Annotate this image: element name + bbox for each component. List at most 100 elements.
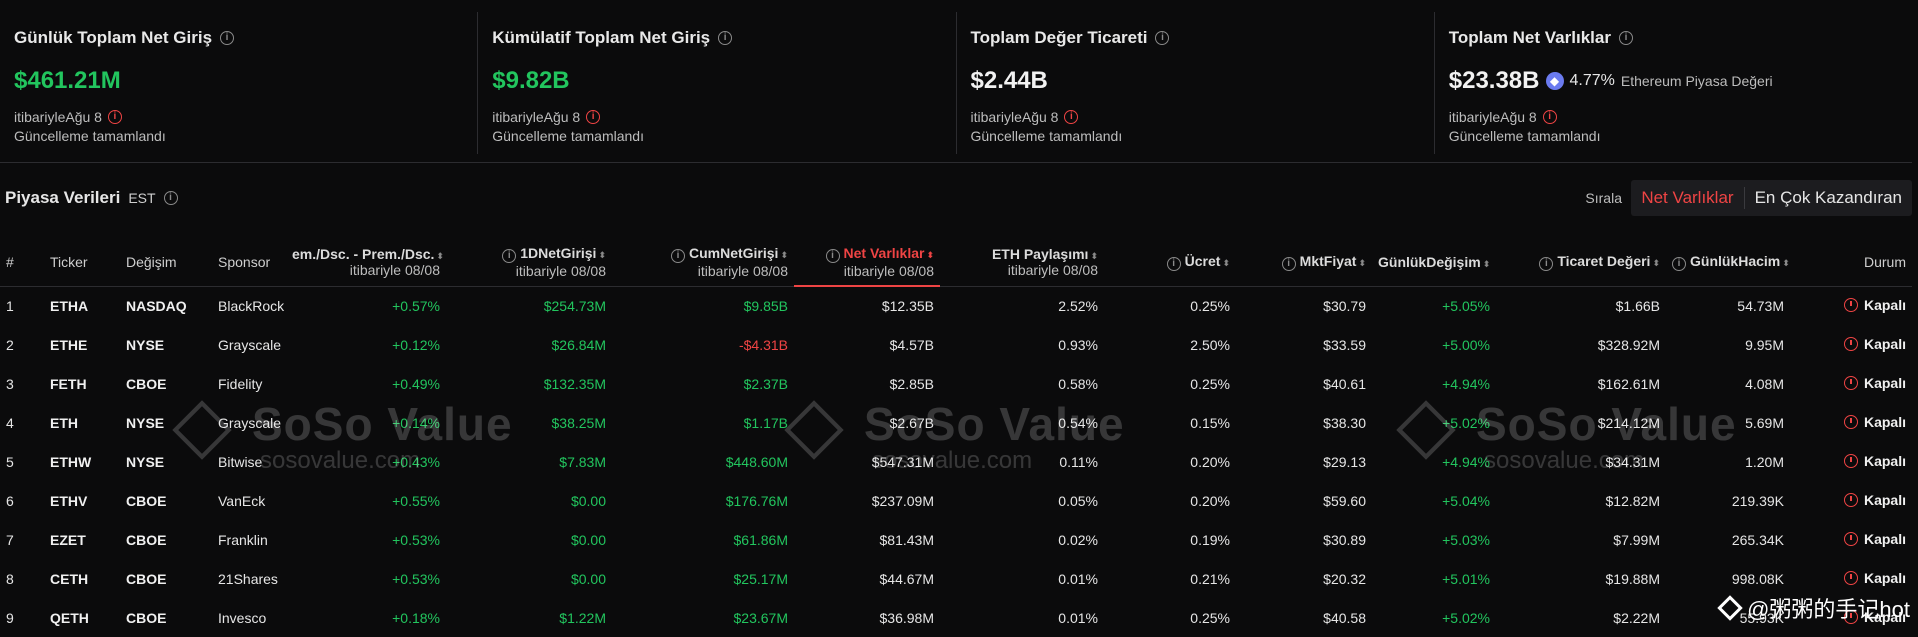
col-header-eth-share[interactable]: ETH Paylaşımı ⬍ itibariyle 08/08 (940, 238, 1104, 287)
col-header-cum-inflow[interactable]: i CumNetGirişi ⬍ itibariyle 08/08 (612, 238, 794, 287)
alert-icon[interactable]: i (1064, 110, 1079, 124)
cell-value: $214.12M (1597, 414, 1660, 431)
alert-icon[interactable]: i (586, 110, 601, 124)
col-header-value-traded[interactable]: i Ticaret Değeri ⬍ (1496, 238, 1666, 287)
col-header-price[interactable]: i MktFiyat ⬍ (1236, 238, 1372, 287)
table-row[interactable]: 7 EZET CBOE Franklin +0.53% $0.00 $61.86M $81.4… (0, 520, 1912, 559)
cell-cum: $2.37B (743, 375, 788, 392)
cell-change: +5.04% (1442, 492, 1490, 509)
clock-icon (1843, 531, 1858, 546)
cell-num: 8 (6, 570, 14, 587)
cell-fee: 0.20% (1190, 453, 1230, 470)
col-header-date: itibariyle 08/08 (843, 262, 934, 279)
sort-caret-icon: ⬍ (1652, 257, 1660, 268)
sort-net-assets-button[interactable]: Net Varlıklar (1631, 180, 1743, 216)
cell-ticker[interactable]: ETHA (44, 286, 120, 325)
table-row[interactable]: 3 FETH CBOE Fidelity +0.49% $132.35M $2.37B $2.… (0, 364, 1912, 403)
info-icon[interactable]: i (825, 248, 840, 263)
cell-daily: $254.73M (543, 297, 606, 314)
card-title: Kümülatif Toplam Net Giriş (492, 28, 711, 47)
cell-ticker[interactable]: ETHV (44, 481, 120, 520)
col-header-net-assets[interactable]: i Net Varlıklar ⬍ itibariyle 08/08 (794, 238, 940, 287)
table-row[interactable]: 8 CETH CBOE 21Shares +0.53% $0.00 $25.17M $44.6… (0, 559, 1912, 598)
signature-text: @粥粥的手记hot (1747, 597, 1910, 622)
info-icon[interactable]: i (718, 31, 733, 45)
clock-icon (1843, 492, 1858, 507)
col-header-date: itibariyle 08/08 (349, 261, 440, 278)
table-row[interactable]: 6 ETHV CBOE VanEck +0.55% $0.00 $176.76M $237.0… (0, 481, 1912, 520)
status-text: Kapalı (1863, 452, 1906, 469)
card-value: $461.21M (14, 67, 121, 94)
cell-price: $20.32 (1323, 570, 1366, 587)
info-icon[interactable]: i (670, 248, 685, 263)
info-icon[interactable]: i (220, 31, 235, 45)
card-note: itibariyleAğu 8 (14, 109, 102, 125)
cell-daily: $0.00 (570, 492, 606, 509)
info-icon[interactable]: i (1539, 256, 1554, 271)
card-title: Toplam Değer Ticareti (970, 28, 1148, 47)
alert-icon[interactable]: i (1542, 110, 1557, 124)
sort-caret-icon: ⬍ (1090, 250, 1098, 261)
cell-ticker[interactable]: FETH (44, 364, 120, 403)
cell-num: 4 (6, 414, 14, 431)
status-text: Kapalı (1863, 569, 1906, 586)
clock-icon (1843, 297, 1858, 312)
table-row[interactable]: 2 ETHE NYSE Grayscale +0.12% $26.84M -$4.31B $4… (0, 325, 1912, 364)
col-header-label: em./Dsc. - Prem./Dsc. ⬍ (292, 245, 444, 262)
info-icon[interactable]: i (1155, 31, 1170, 45)
col-header-label: i Ticaret Değeri ⬍ (1502, 253, 1660, 271)
cell-exchange: NASDAQ (126, 297, 187, 314)
cell-change: +5.05% (1442, 297, 1490, 314)
col-header-label: i Net Varlıklar ⬍ (800, 245, 934, 263)
col-header-status: Durum (1790, 238, 1912, 287)
cell-price: $40.58 (1323, 609, 1366, 626)
cell-ticker[interactable]: ETH (44, 403, 120, 442)
table-row[interactable]: 9 QETH CBOE Invesco +0.18% $1.22M $23.67M $36.9… (0, 598, 1912, 637)
table-row[interactable]: 5 ETHW NYSE Bitwise +0.43% $7.83M $448.60M $547… (0, 442, 1912, 481)
col-header-volume[interactable]: i GünlükHacim ⬍ (1666, 238, 1790, 287)
cell-daily: $132.35M (543, 375, 606, 392)
info-icon[interactable]: i (1166, 256, 1181, 271)
info-icon[interactable]: i (163, 191, 178, 205)
cell-volume: 5.69M (1745, 414, 1784, 431)
info-icon[interactable]: i (502, 248, 517, 263)
cell-ticker[interactable]: CETH (44, 559, 120, 598)
card-note: itibariyleAğu 8 (492, 109, 581, 125)
alert-icon[interactable]: i (107, 110, 122, 124)
sort-top-gainers-button[interactable]: En Çok Kazandıran (1745, 180, 1912, 216)
col-header-label: i MktFiyat ⬍ (1242, 253, 1366, 271)
cell-ticker[interactable]: ETHE (44, 325, 120, 364)
cell-ticker[interactable]: EZET (44, 520, 120, 559)
info-icon[interactable]: i (1618, 31, 1633, 45)
col-header-daily-change[interactable]: GünlükDeğişim ⬍ (1372, 238, 1496, 287)
cell-cum: $61.86M (733, 531, 788, 548)
etf-table: # Ticker Değişim Sponsor em./Dsc. - Prem… (0, 238, 1912, 637)
table-row[interactable]: 1 ETHA NASDAQ BlackRock +0.57% $254.73M $9.85B… (0, 286, 1912, 325)
cell-status: Kapalı (1790, 481, 1912, 520)
cell-assets: $4.57B (889, 336, 934, 353)
info-icon[interactable]: i (1281, 256, 1296, 271)
cell-change: +5.03% (1442, 531, 1490, 548)
info-icon[interactable]: i (1672, 256, 1686, 271)
status-badge: Kapalı (1843, 531, 1906, 547)
cell-num: 7 (6, 531, 14, 548)
status-text: Kapalı (1863, 413, 1906, 430)
cell-share: 0.01% (1058, 570, 1098, 587)
cell-change: +5.02% (1442, 414, 1490, 431)
status-badge: Kapalı (1843, 336, 1906, 352)
col-header-fee[interactable]: i Ücret ⬍ (1104, 238, 1236, 287)
col-header-premium[interactable]: em./Dsc. - Prem./Dsc. ⬍ itibariyle 08/08 (286, 238, 446, 287)
cell-fee: 0.20% (1190, 492, 1230, 509)
cell-prem: +0.49% (392, 375, 440, 392)
cell-sponsor: BlackRock (218, 297, 285, 314)
card-value: $2.44B (970, 67, 1048, 94)
cell-fee: 0.15% (1190, 414, 1230, 431)
cell-ticker[interactable]: ETHW (44, 442, 120, 481)
col-header-daily-inflow[interactable]: i 1DNetGirişi ⬍ itibariyle 08/08 (446, 238, 612, 287)
cell-change: +4.94% (1442, 453, 1490, 470)
sort-caret-icon: ⬍ (1222, 257, 1230, 268)
table-row[interactable]: 4 ETH NYSE Grayscale +0.14% $38.25M $1.17B $2.6… (0, 403, 1912, 442)
cell-value: $2.22M (1613, 609, 1660, 626)
clock-icon (1843, 414, 1858, 429)
cell-ticker[interactable]: QETH (44, 598, 120, 637)
